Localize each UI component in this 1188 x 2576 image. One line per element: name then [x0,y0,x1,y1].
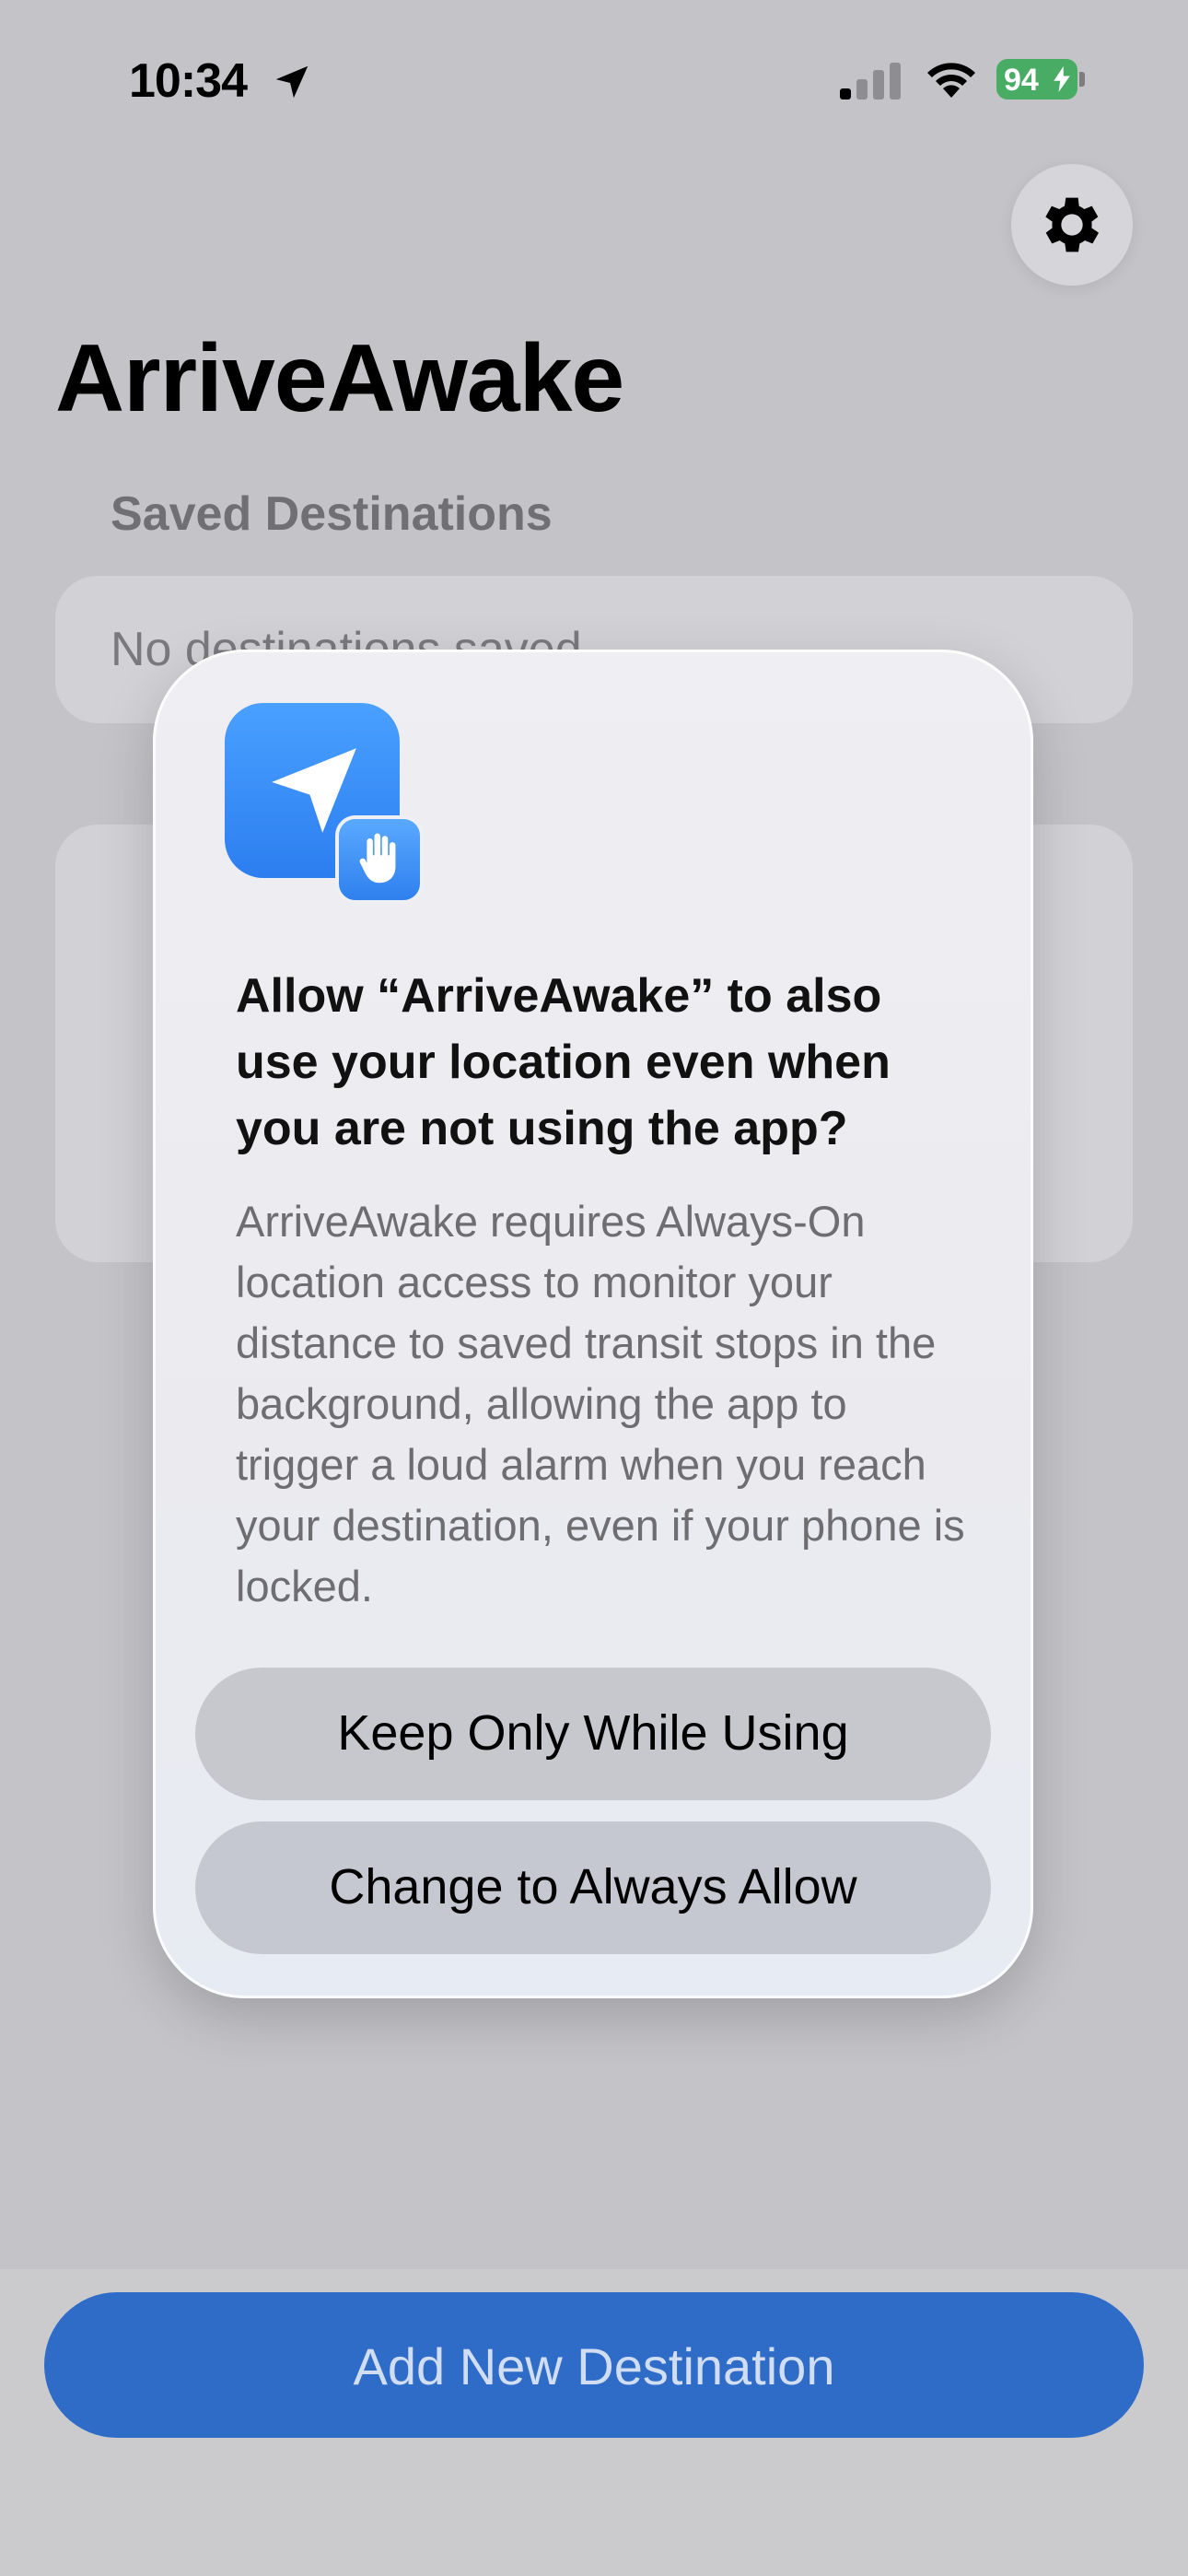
change-to-always-allow-label: Change to Always Allow [329,1859,857,1914]
status-time: 10:34 [129,54,248,108]
hand-icon [359,833,396,884]
settings-button[interactable] [1011,164,1133,286]
battery-level: 94 [1004,63,1039,98]
hand-badge [335,815,424,904]
section-header-saved-destinations: Saved Destinations [111,487,553,541]
battery-charging-icon: 94 [996,59,1085,100]
alert-title: Allow “ArriveAwake” to also use your loc… [236,969,891,1155]
wifi-icon [927,63,975,98]
change-to-always-allow-button[interactable]: Change to Always Allow [195,1821,991,1954]
cellular-signal-icon [840,63,901,100]
location-arrow-icon [275,65,309,99]
keep-only-while-using-button[interactable]: Keep Only While Using [195,1668,991,1800]
keep-only-while-using-label: Keep Only While Using [337,1705,849,1761]
alert-message: ArriveAwake requires Always-On location … [236,1197,965,1610]
add-new-destination-button[interactable]: Add New Destination [44,2292,1144,2438]
page-title: ArriveAwake [55,325,624,432]
add-new-destination-label: Add New Destination [353,2337,835,2395]
gear-icon [1045,197,1099,252]
location-permission-alert: Allow “ArriveAwake” to also use your loc… [153,650,1033,1998]
